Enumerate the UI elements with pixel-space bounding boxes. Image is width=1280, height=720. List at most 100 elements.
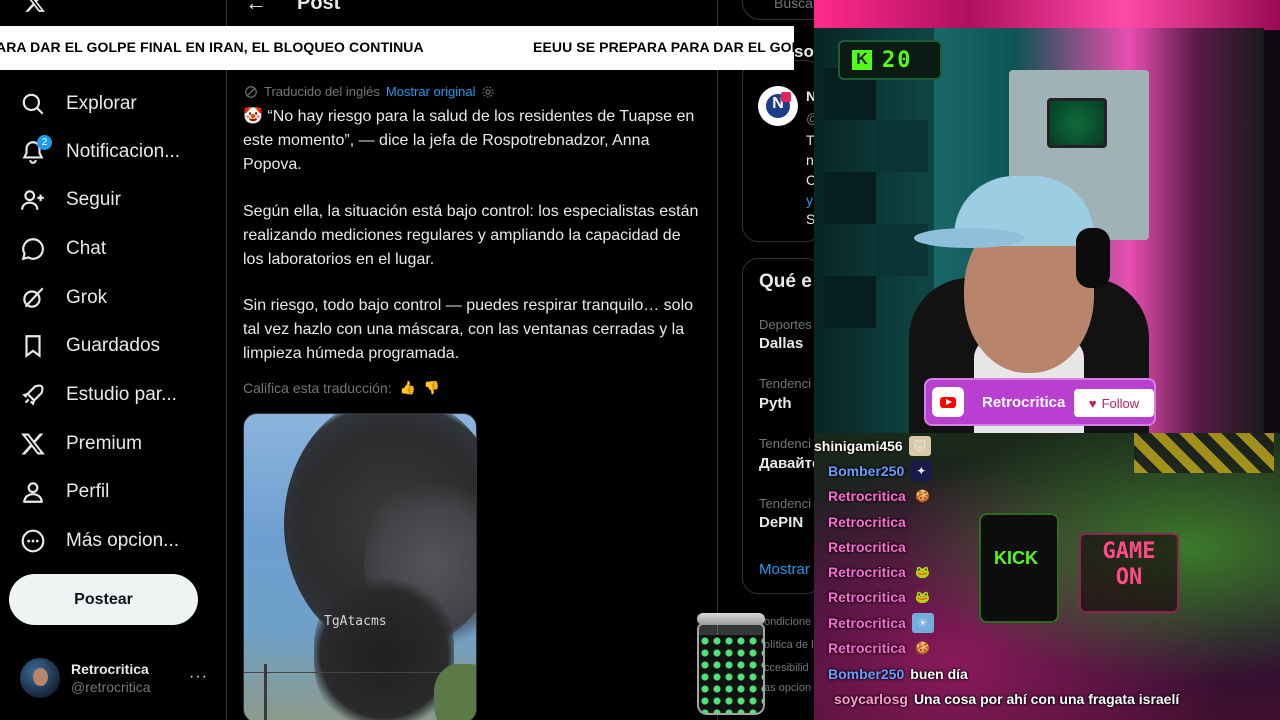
kick-logo-icon: K — [852, 50, 872, 70]
news-text-fragment: n — [806, 152, 814, 168]
bell-icon: 2 — [20, 135, 52, 165]
follow-label: Follow — [1101, 395, 1140, 411]
trends-section — [742, 258, 822, 594]
trend-name[interactable]: Pyth — [759, 395, 792, 412]
back-arrow-icon[interactable]: ← — [245, 0, 267, 16]
footer-link[interactable]: olítica de l — [764, 639, 814, 651]
sparkle-icon: ✦ — [910, 461, 933, 481]
viewer-count: 20 — [882, 47, 913, 73]
thumb-down-icon[interactable]: 👎 — [424, 380, 440, 396]
trend-name[interactable]: Давайте — [759, 455, 820, 472]
ticker-text: EEUU SE PREPARA PARA DAR EL GOLPE — [533, 39, 794, 55]
post-video[interactable]: TgAtacms — [243, 413, 477, 720]
trend-name[interactable]: DePIN — [759, 514, 803, 531]
cookie-icon: 🍪 — [915, 641, 931, 655]
chat-username[interactable]: Retrocritica — [828, 514, 906, 530]
sidebar-item-label: Grok — [66, 287, 108, 308]
trend-category: Tendenci — [759, 376, 812, 391]
notification-badge: 2 — [37, 135, 52, 150]
thumb-up-icon[interactable]: 👍 — [400, 380, 416, 396]
more-dots-icon[interactable]: ··· — [189, 668, 208, 686]
page-title: Post — [297, 0, 341, 14]
sidebar-item-label: Notificacion... — [66, 141, 181, 162]
webcam-feed — [814, 28, 1264, 438]
translation-notice: Traducido del inglés Mostrar original — [244, 84, 495, 99]
sidebar-item-estudio[interactable]: Estudio par... — [20, 375, 177, 415]
sidebar: Explorar 2 Notificacion... Seguir Chat G… — [0, 0, 226, 720]
chat-message: Bomber250 ✦ — [828, 460, 938, 482]
translated-label: Traducido del inglés — [264, 84, 380, 99]
chat-username[interactable]: shinigami456 — [814, 438, 903, 454]
sidebar-item-label: Guardados — [66, 335, 161, 356]
show-original-link[interactable]: Mostrar original — [386, 84, 476, 99]
chat-username[interactable]: Retrocritica — [828, 564, 906, 580]
chat-message: shinigami456 🐱 — [814, 435, 937, 457]
chat-text: buen día — [910, 666, 968, 682]
chat-username[interactable]: Retrocritica — [828, 615, 906, 631]
sidebar-item-label: Estudio par... — [66, 384, 177, 405]
translate-icon — [245, 85, 257, 98]
chat-message: Retrocritica 🍪 — [828, 637, 940, 659]
trend-name[interactable]: Dallas — [759, 335, 803, 352]
news-account-avatar: N — [758, 86, 798, 126]
post-paragraph: Sin riesgo, todo bajo control — puedes r… — [243, 297, 694, 362]
post-paragraph: 🤡 “No hay riesgo para la salud de los re… — [243, 108, 695, 173]
sidebar-item-explorar[interactable]: Explorar — [20, 84, 137, 124]
x-logo-icon[interactable] — [22, 0, 48, 14]
chat-username[interactable]: Bomber250 — [828, 463, 904, 479]
sidebar-item-guardados[interactable]: Guardados — [20, 326, 160, 366]
chat-username[interactable]: soycarlosg — [834, 691, 908, 707]
rate-label: Califica esta traducción: — [243, 380, 392, 396]
sidebar-item-label: Chat — [66, 238, 107, 259]
footer-link[interactable]: ondicione — [764, 616, 811, 628]
jar-overlay — [695, 613, 767, 717]
sidebar-item-premium[interactable]: Premium — [20, 424, 142, 464]
chat-message: Retrocritica 🐸 — [828, 561, 940, 583]
chat-username[interactable]: Retrocritica — [828, 640, 906, 656]
post-detail-column: ← Post Traducido del inglés Mostrar orig… — [226, 0, 718, 720]
profile-handle: @retrocritica — [71, 679, 151, 695]
trend-category: Tendenci — [759, 436, 812, 451]
frog-icon: 🐸 — [915, 565, 931, 579]
chat-username[interactable]: Retrocritica — [828, 539, 906, 555]
chat-message: Retrocritica 🐸 — [828, 586, 940, 608]
chat-username[interactable]: Bomber250 — [828, 666, 904, 682]
news-text-fragment: y — [806, 192, 813, 208]
ticker-overflow-text: so — [794, 42, 814, 61]
grok-icon — [20, 285, 46, 311]
chat-username[interactable]: Retrocritica — [828, 589, 906, 605]
kick-viewer-counter: K 20 — [838, 40, 942, 80]
follow-button[interactable]: ♥ Follow — [1074, 389, 1154, 417]
sidebar-item-chat[interactable]: Chat — [20, 229, 106, 269]
cat-icon: 🐱 — [908, 436, 931, 456]
profile-display-name: Retrocritica — [71, 661, 149, 677]
sidebar-item-grok[interactable]: Grok — [20, 278, 107, 318]
post-button[interactable]: Postear — [9, 574, 198, 625]
gear-icon[interactable] — [481, 85, 495, 99]
search-placeholder: Busca — [774, 0, 813, 11]
sidebar-item-perfil[interactable]: Perfil — [20, 472, 109, 512]
sidebar-item-mas-opciones[interactable]: Más opcion... — [20, 521, 179, 561]
frog-icon: 🐸 — [915, 590, 931, 604]
channel-name: Retrocritica — [982, 394, 1066, 411]
trend-category: Tendenci — [759, 496, 812, 511]
sidebar-item-label: Explorar — [66, 93, 137, 114]
add-person-icon — [20, 187, 46, 213]
footer-link[interactable]: as opcion — [764, 682, 811, 694]
show-more-link[interactable]: Mostrar — [759, 561, 810, 578]
sidebar-item-notificaciones[interactable]: 2 Notificacion... — [20, 132, 180, 172]
sidebar-item-label: Premium — [66, 433, 143, 454]
chat-text: Una cosa por ahí con una fragata israelí — [913, 691, 1180, 707]
chat-username[interactable]: Retrocritica — [828, 488, 906, 504]
chat-bubble-icon — [20, 236, 46, 262]
footer-link[interactable]: ccesibilid — [764, 662, 809, 674]
chat-message: Retrocritica 🍪 — [828, 485, 940, 507]
x-logo-icon — [20, 431, 46, 457]
account-switcher[interactable]: Retrocritica @retrocritica ··· — [20, 656, 216, 700]
sidebar-item-seguir[interactable]: Seguir — [20, 180, 121, 220]
rocket-icon — [20, 382, 46, 408]
chat-message: soycarlosg Una cosa por ahí con una fraga… — [834, 688, 1179, 710]
heart-icon: ♥ — [1088, 395, 1097, 411]
chat-message: Retrocritica ☀ — [828, 612, 940, 634]
sidebar-item-label: Más opcion... — [66, 530, 179, 551]
